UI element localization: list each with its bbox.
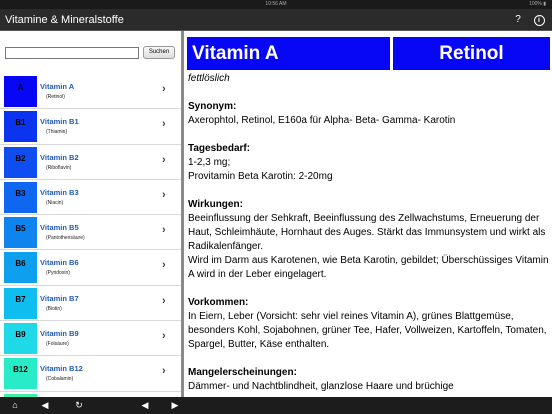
list-item-subtitle: (Cobalamin) — [46, 376, 74, 383]
list-item[interactable]: B5 Vitamin B5 (Pantothensäure) › — [0, 215, 181, 251]
list-item-name: Vitamin B6 — [40, 258, 79, 268]
list-item-name: Vitamin B12 — [40, 364, 83, 374]
chevron-right-icon: › — [162, 118, 166, 131]
vitamin-badge: B7 — [4, 287, 37, 319]
list-item-subtitle: (Niacin) — [46, 199, 64, 206]
app-title: Vitamine & Mineralstoffe — [5, 14, 124, 26]
vitamin-badge: A — [4, 76, 37, 107]
detail-section: Synonym: Axerophtol, Retinol, E160a für A… — [188, 100, 550, 128]
detail-text: fettlöslich Synonym: Axerophtol, Retinol,… — [188, 72, 550, 397]
bottom-toolbar: ⌂ ◀ ↻ ◀ ▶ — [0, 397, 552, 414]
search-button[interactable]: Suchen — [143, 46, 175, 59]
home-icon[interactable]: ⌂ — [8, 397, 22, 414]
chevron-right-icon: › — [162, 153, 166, 166]
battery-indicator: 100% ▮ — [529, 1, 546, 7]
list-item[interactable]: B2 Vitamin B2 (Riboflavin) › — [0, 144, 181, 180]
section-text: Provitamin Beta Karotin: 2-20mg — [188, 171, 333, 182]
vitamin-badge: B3 — [4, 181, 37, 213]
list-item-subtitle: (Pyridoxin) — [46, 270, 70, 277]
section-text: Axerophtol, Retinol, E160a für Alpha- Be… — [188, 115, 456, 126]
info-button[interactable]: i — [531, 12, 547, 28]
list-item-name: Vitamin B5 — [40, 223, 79, 233]
back-icon[interactable]: ◀ — [38, 397, 52, 414]
detail-pane: Vitamin A Retinol fettlöslich Synonym: Ax… — [184, 31, 552, 397]
list-item-subtitle: (Pantothensäure) — [46, 235, 85, 242]
section-heading: Vorkommen: — [188, 297, 249, 308]
info-icon: i — [533, 15, 545, 26]
help-button[interactable]: ? — [510, 12, 526, 28]
list-item-name: Vitamin B7 — [40, 293, 79, 303]
detail-section: Tagesbedarf: 1-2,3 mg; Provitamin Beta Kar… — [188, 142, 550, 184]
vitamin-badge: B1 — [4, 111, 37, 143]
detail-header: Vitamin A Retinol — [187, 37, 550, 70]
section-text: Wird im Darm aus Karotenen, wie Beta Kar… — [188, 255, 549, 280]
vitamin-name: Vitamin A — [187, 37, 390, 70]
section-text: Beeinflussung der Sehkraft, Beeinflussun… — [188, 213, 546, 252]
chevron-right-icon: › — [162, 294, 166, 307]
section-text: 1-2,3 mg; — [188, 157, 231, 168]
list-item-name: Vitamin A — [40, 82, 75, 91]
detail-sections: Synonym: Axerophtol, Retinol, E160a für A… — [188, 100, 550, 394]
list-item-subtitle: (Biotin) — [46, 305, 62, 312]
chevron-right-icon: › — [162, 188, 166, 201]
vitamin-list: A Vitamin A (Retinol) › B1 Vitamin B1 (Thiamin… — [0, 74, 181, 397]
detail-section: Mangelerscheinungen: Dämmer- und Nachtbli… — [188, 366, 550, 394]
status-time: 10:56 AM — [265, 1, 287, 7]
next-icon[interactable]: ▶ — [168, 397, 182, 414]
list-item[interactable]: B1 Vitamin B1 (Thiamin) › — [0, 109, 181, 145]
chevron-right-icon: › — [162, 330, 166, 343]
search-bar: Suchen — [0, 31, 181, 73]
vitamin-badge: B9 — [4, 323, 37, 355]
detail-section: Vorkommen: In Eiern, Leber (Vorsicht: seh… — [188, 296, 550, 352]
list-item-name: Vitamin B9 — [40, 329, 79, 339]
section-heading: Mangelerscheinungen: — [188, 367, 297, 378]
vitamin-badge: B6 — [4, 252, 37, 284]
detail-section: Wirkungen: Beeinflussung der Sehkraft, Be… — [188, 198, 550, 282]
list-item-subtitle: (Retinol) — [46, 94, 65, 100]
chevron-right-icon: › — [162, 224, 166, 237]
chevron-right-icon: › — [162, 83, 166, 95]
vitamin-badge: B12 — [4, 358, 37, 390]
section-heading: Synonym: — [188, 101, 237, 112]
vitamin-badge: B2 — [4, 146, 37, 178]
section-text: Dämmer- und Nachtblindheit, glanzlose Ha… — [188, 381, 454, 392]
list-item-name: Vitamin B3 — [40, 187, 79, 197]
list-item[interactable]: B3 Vitamin B3 (Niacin) › — [0, 179, 181, 216]
section-heading: Wirkungen: — [188, 199, 243, 210]
section-text: In Eiern, Leber (Vorsicht: sehr viel rei… — [188, 311, 547, 350]
list-item[interactable]: A Vitamin A (Retinol) › — [0, 74, 181, 110]
list-item[interactable]: B12 Vitamin B12 (Cobalamin) › — [0, 356, 181, 392]
status-bar: 10:56 AM 100% ▮ — [0, 0, 552, 9]
list-item-subtitle: (Thiamin) — [46, 129, 68, 136]
list-item-subtitle: (Riboflavin) — [46, 164, 72, 171]
list-item[interactable]: B6 Vitamin B6 (Pyridoxin) › — [0, 250, 181, 286]
navigation-bar: Vitamine & Mineralstoffe ? i — [0, 9, 552, 31]
vitamin-badge: B5 — [4, 217, 37, 249]
list-item[interactable]: B7 Vitamin B7 (Biotin) › — [0, 285, 181, 322]
solubility-label: fettlöslich — [188, 73, 230, 84]
previous-icon[interactable]: ◀ — [138, 397, 152, 414]
vitamin-alt-name: Retinol — [393, 37, 550, 70]
search-input[interactable] — [5, 47, 139, 59]
chevron-right-icon: › — [162, 259, 166, 272]
list-item-name: Vitamin B1 — [40, 117, 79, 127]
chevron-right-icon: › — [162, 365, 166, 378]
list-item-name: Vitamin B2 — [40, 152, 79, 162]
sidebar: Suchen A Vitamin A (Retinol) › B1 Vitamin B1 (… — [0, 31, 181, 397]
list-item[interactable]: B9 Vitamin B9 (Folsäure) › — [0, 321, 181, 357]
list-item-subtitle: (Folsäure) — [46, 341, 69, 348]
reload-icon[interactable]: ↻ — [72, 397, 86, 414]
section-heading: Tagesbedarf: — [188, 143, 251, 154]
